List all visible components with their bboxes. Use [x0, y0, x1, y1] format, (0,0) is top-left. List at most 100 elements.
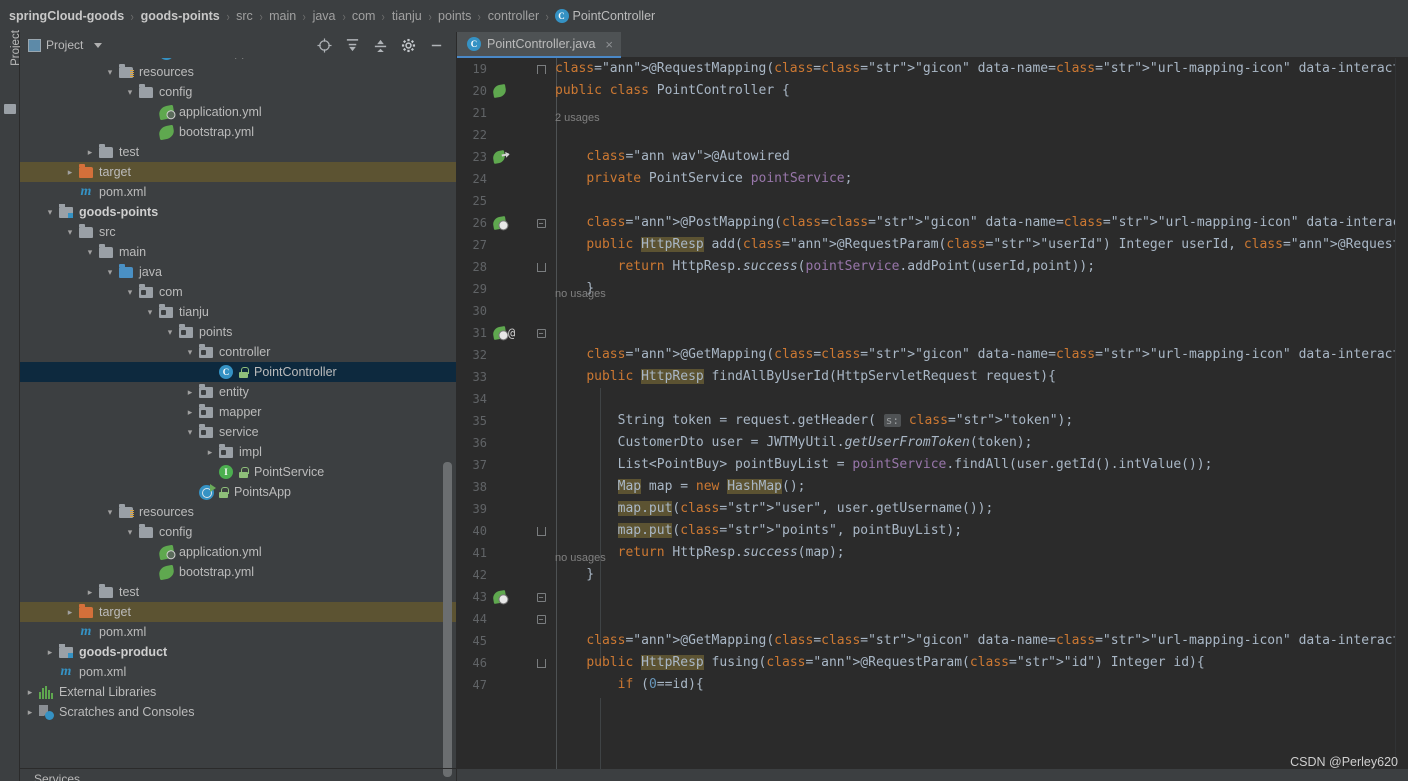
- tree-toggle-open-icon[interactable]: [64, 227, 76, 238]
- breadcrumb-item-tianju[interactable]: tianju: [391, 9, 423, 23]
- spring-endpoint-icon[interactable]: [492, 215, 507, 231]
- close-icon[interactable]: ×: [605, 38, 613, 51]
- breadcrumb-item-goods-points[interactable]: goods-points: [140, 9, 221, 23]
- tree-toggle-closed-icon[interactable]: [24, 687, 36, 698]
- tree-node-resources[interactable]: resources: [20, 502, 456, 522]
- tree-toggle-closed-icon[interactable]: [24, 707, 36, 718]
- usages-inlay-hint[interactable]: no usages: [555, 552, 606, 564]
- breadcrumb[interactable]: springCloud-goods › goods-points › src › main ›…: [0, 0, 1408, 32]
- fold-control[interactable]: [527, 64, 555, 74]
- breadcrumb-item-springcloud-goods[interactable]: springCloud-goods: [8, 9, 125, 23]
- tree-toggle-open-icon[interactable]: [84, 247, 96, 258]
- usages-inlay-hint[interactable]: no usages: [555, 288, 606, 300]
- project-tree-scroll[interactable]: COrderServiceImplIOrderServiceOrderAppre…: [20, 58, 456, 781]
- tree-node-pointcontroller[interactable]: C PointController: [20, 362, 456, 382]
- at-icon[interactable]: @: [508, 326, 515, 340]
- tree-node-target[interactable]: target: [20, 162, 456, 182]
- breadcrumb-item-class[interactable]: C PointController: [554, 9, 655, 23]
- spring-bean-icon[interactable]: [492, 83, 507, 99]
- breadcrumb-item-com[interactable]: com: [351, 9, 377, 23]
- tree-toggle-closed-icon[interactable]: [64, 607, 76, 618]
- tree-toggle-closed-icon[interactable]: [64, 167, 76, 178]
- fold-collapse-icon[interactable]: −: [536, 218, 546, 228]
- tree-toggle-open-icon[interactable]: [44, 207, 56, 218]
- spring-endpoint-icon[interactable]: [492, 589, 507, 605]
- tree-node-pom-xml[interactable]: m pom.xml: [20, 182, 456, 202]
- tree-node-points[interactable]: points: [20, 322, 456, 342]
- tree-node-bootstrap-yml[interactable]: bootstrap.yml: [20, 562, 456, 582]
- collapse-all-icon[interactable]: [373, 38, 388, 53]
- breadcrumb-item-java[interactable]: java: [312, 9, 337, 23]
- breadcrumb-item-points[interactable]: points: [437, 9, 472, 23]
- fold-collapse-icon[interactable]: −: [536, 614, 546, 624]
- fold-collapse-icon[interactable]: −: [536, 328, 546, 338]
- tree-toggle-open-icon[interactable]: [104, 67, 116, 78]
- tree-node-scratches-and-consoles[interactable]: Scratches and Consoles: [20, 702, 456, 722]
- code-viewport[interactable]: 19 class="ann">@RequestMapping(class=clas…: [457, 58, 1408, 781]
- fold-control[interactable]: [527, 262, 555, 272]
- tree-node-resources[interactable]: resources: [20, 62, 456, 82]
- tree-node-test[interactable]: test: [20, 582, 456, 602]
- expand-all-icon[interactable]: [345, 38, 360, 53]
- tree-node-entity[interactable]: entity: [20, 382, 456, 402]
- tree-node-mapper[interactable]: mapper: [20, 402, 456, 422]
- breadcrumb-item-main[interactable]: main: [268, 9, 297, 23]
- tree-toggle-open-icon[interactable]: [124, 87, 136, 98]
- tree-toggle-closed-icon[interactable]: [84, 587, 96, 598]
- tree-node-pom-xml[interactable]: m pom.xml: [20, 662, 456, 682]
- tree-node-src[interactable]: src: [20, 222, 456, 242]
- hide-panel-icon[interactable]: [429, 38, 444, 53]
- fold-control[interactable]: −: [527, 614, 555, 624]
- fold-region-start-icon[interactable]: [536, 64, 546, 74]
- tree-node-impl[interactable]: impl: [20, 442, 456, 462]
- tree-toggle-open-icon[interactable]: [164, 327, 176, 338]
- tree-node-java[interactable]: java: [20, 262, 456, 282]
- project-tree-scrollbar[interactable]: [443, 462, 452, 777]
- breadcrumb-item-src[interactable]: src: [235, 9, 254, 23]
- tree-node-pom-xml[interactable]: m pom.xml: [20, 622, 456, 642]
- fold-control[interactable]: [527, 526, 555, 536]
- structure-icon[interactable]: [4, 104, 16, 114]
- tree-node-application-yml[interactable]: application.yml: [20, 542, 456, 562]
- tree-node-application-yml[interactable]: application.yml: [20, 102, 456, 122]
- fold-control[interactable]: −: [527, 592, 555, 602]
- tree-toggle-open-icon[interactable]: [124, 287, 136, 298]
- spring-endpoint-icon[interactable]: [492, 325, 507, 341]
- services-tab-label[interactable]: Services: [34, 772, 80, 781]
- fold-control[interactable]: −: [527, 218, 555, 228]
- select-opened-file-icon[interactable]: [317, 37, 332, 53]
- tree-toggle-open-icon[interactable]: [104, 507, 116, 518]
- tree-toggle-open-icon[interactable]: [184, 347, 196, 358]
- tree-node-test[interactable]: test: [20, 142, 456, 162]
- tree-toggle-closed-icon[interactable]: [44, 647, 56, 658]
- tree-toggle-closed-icon[interactable]: [184, 407, 196, 418]
- tree-node-controller[interactable]: controller: [20, 342, 456, 362]
- tree-node-pointservice[interactable]: I PointService: [20, 462, 456, 482]
- tree-node-goods-points[interactable]: goods-points: [20, 202, 456, 222]
- tree-node-external-libraries[interactable]: External Libraries: [20, 682, 456, 702]
- spring-autowire-icon[interactable]: [492, 150, 506, 164]
- tree-toggle-closed-icon[interactable]: [84, 147, 96, 158]
- fold-region-end-icon[interactable]: [536, 526, 546, 536]
- tree-toggle-open-icon[interactable]: [144, 307, 156, 318]
- tree-toggle-closed-icon[interactable]: [204, 447, 216, 458]
- settings-gear-icon[interactable]: [401, 38, 416, 53]
- chevron-down-icon[interactable]: [94, 42, 103, 48]
- tree-toggle-closed-icon[interactable]: [184, 387, 196, 398]
- tree-node-goods-product[interactable]: goods-product: [20, 642, 456, 662]
- fold-control[interactable]: [527, 658, 555, 668]
- tree-node-tianju[interactable]: tianju: [20, 302, 456, 322]
- tree-node-bootstrap-yml[interactable]: bootstrap.yml: [20, 122, 456, 142]
- fold-control[interactable]: −: [527, 328, 555, 338]
- project-title-group[interactable]: Project: [28, 38, 103, 52]
- tree-node-config[interactable]: config: [20, 82, 456, 102]
- usages-inlay-hint[interactable]: 2 usages: [555, 112, 600, 124]
- tree-node-pointsapp[interactable]: PointsApp: [20, 482, 456, 502]
- tree-toggle-open-icon[interactable]: [184, 427, 196, 438]
- tab-pointcontroller-java[interactable]: C PointController.java ×: [457, 32, 621, 58]
- tree-toggle-open-icon[interactable]: [104, 267, 116, 278]
- fold-region-end-icon[interactable]: [536, 658, 546, 668]
- tree-toggle-open-icon[interactable]: [124, 527, 136, 538]
- breadcrumb-item-controller[interactable]: controller: [487, 9, 540, 23]
- tree-node-main[interactable]: main: [20, 242, 456, 262]
